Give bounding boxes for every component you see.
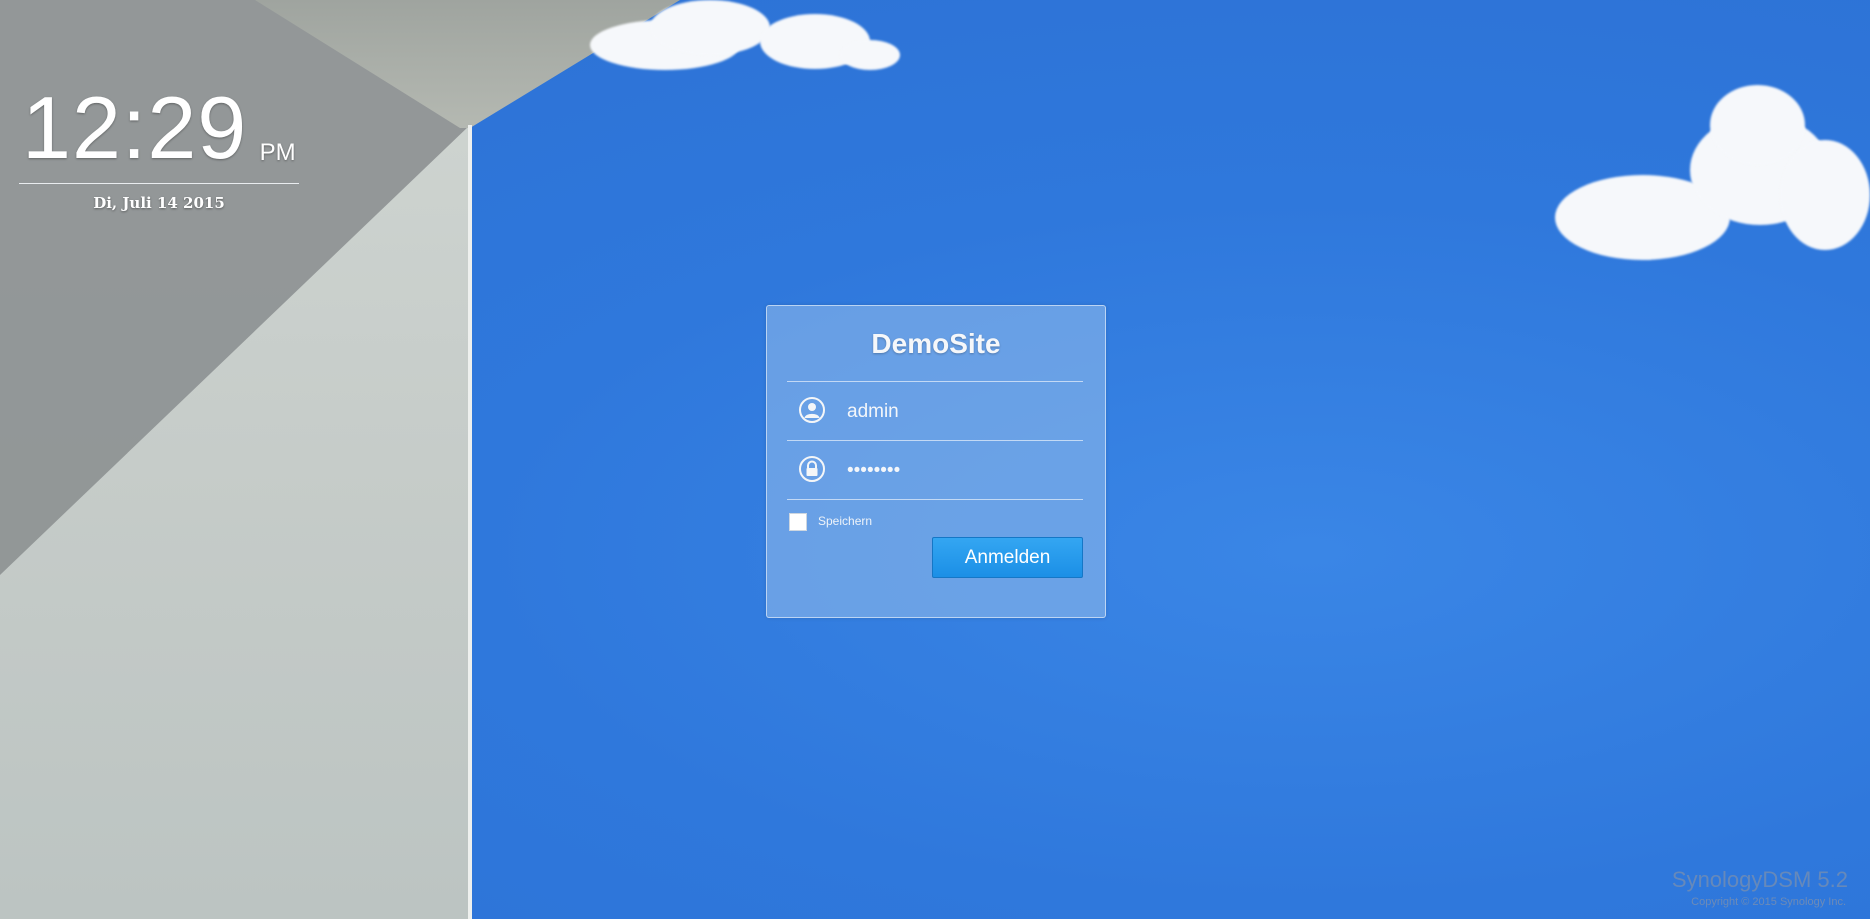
brand-version: DSM 5.2: [1762, 867, 1848, 892]
background-wall-edge: [468, 125, 472, 919]
login-title: DemoSite: [871, 328, 1001, 359]
copyright: Copyright © 2015 Synology Inc.: [1691, 896, 1846, 908]
clock-time: 12:29: [22, 78, 248, 177]
brand-name: Synology: [1671, 867, 1763, 892]
clock-date: Di, Juli 14 2015: [93, 194, 225, 212]
login-button[interactable]: Anmelden: [932, 537, 1083, 578]
clock: 12:29 PM: [22, 82, 296, 174]
user-icon: [799, 397, 825, 423]
username-input[interactable]: [845, 396, 1079, 428]
divider: [787, 440, 1083, 441]
divider: [787, 381, 1083, 382]
clock-ampm: PM: [259, 139, 296, 166]
remember-checkbox[interactable]: [789, 513, 807, 531]
remember-label: Speichern: [818, 514, 873, 528]
lock-icon: [799, 456, 825, 482]
brand-logo: SynologyDSM 5.2: [1672, 867, 1848, 893]
clock-divider: [19, 183, 299, 184]
password-input[interactable]: [845, 455, 1079, 487]
login-dialog: DemoSite Speichern Anmelden: [766, 305, 1106, 618]
divider: [787, 499, 1083, 500]
